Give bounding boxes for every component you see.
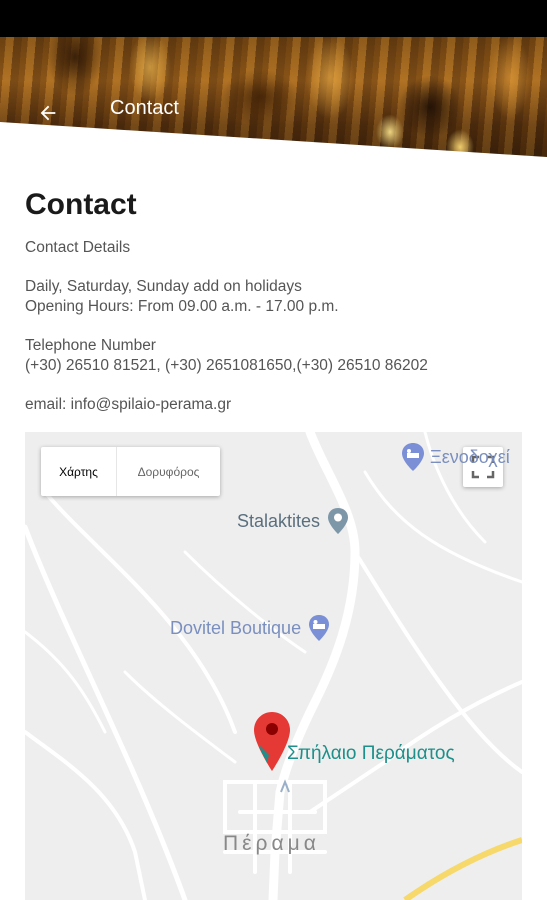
cave-marker-icon	[259, 745, 269, 763]
location-marker-icon	[328, 508, 349, 534]
opening-days: Daily, Saturday, Sunday add on holidays	[25, 278, 302, 295]
hotel-marker-icon	[402, 443, 424, 471]
poi-stalaktites-label: Stalaktites	[237, 510, 321, 531]
map-type-satellite-button[interactable]: Δορυφόρος	[117, 447, 220, 496]
map-roads	[25, 432, 522, 900]
poi-dovitel-label: Dovitel Boutique	[170, 617, 302, 638]
poi-hotel-top-right[interactable]: Ξενοδοχεί	[400, 442, 510, 472]
map-type-control[interactable]: Χάρτης Δορυφόρος	[41, 447, 220, 496]
status-bar	[0, 0, 547, 37]
poi-hotel-top-right-label: Ξενοδοχεί	[430, 446, 510, 467]
opening-hours: Opening Hours: From 09.00 a.m. - 17.00 p…	[25, 298, 339, 315]
page-title: Contact	[25, 188, 137, 221]
email-link[interactable]: email: info@spilaio-perama.gr	[25, 395, 525, 415]
town-label: Πέραμα	[223, 832, 320, 855]
contact-content: Contact Contact Details Daily, Saturday,…	[25, 188, 525, 415]
poi-cave[interactable]: Σπήλαιο Περάματος	[259, 743, 455, 765]
telephone-label: Telephone Number	[25, 337, 156, 354]
arrow-left-icon	[40, 105, 56, 121]
poi-stalaktites[interactable]: Stalaktites	[237, 507, 350, 535]
hotel-marker-icon	[309, 615, 330, 641]
banner-diagonal-cut	[0, 122, 547, 162]
poi-cave-label: Σπήλαιο Περάματος	[287, 743, 455, 764]
header-banner: Contact	[0, 37, 547, 162]
telephone-numbers[interactable]: (+30) 26510 81521, (+30) 2651081650,(+30…	[25, 356, 525, 376]
poi-dovitel-boutique[interactable]: Dovitel Boutique	[170, 614, 331, 642]
header-title: Contact	[110, 97, 179, 119]
contact-details-label: Contact Details	[25, 239, 131, 256]
map-view[interactable]: Χάρτης Δορυφόρος Ξενοδοχεί Stalaktites D…	[25, 432, 522, 900]
map-type-map-button[interactable]: Χάρτης	[41, 447, 117, 496]
back-button[interactable]	[34, 99, 62, 127]
